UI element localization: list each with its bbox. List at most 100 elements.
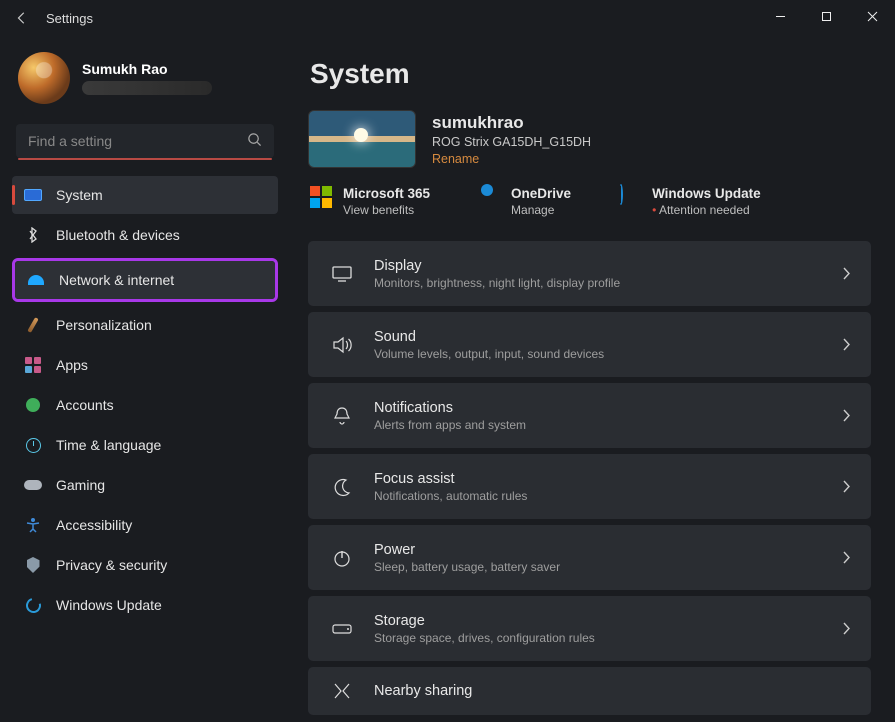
- card-title: Notifications: [374, 400, 843, 416]
- shield-icon: [24, 556, 42, 574]
- window-title: Settings: [46, 11, 93, 26]
- bell-icon: [324, 406, 360, 426]
- card-sub: Volume levels, output, input, sound devi…: [374, 347, 843, 361]
- sidebar-item-privacy[interactable]: Privacy & security: [12, 546, 278, 584]
- sidebar-item-system[interactable]: System: [12, 176, 278, 214]
- card-sub: Monitors, brightness, night light, displ…: [374, 276, 843, 290]
- user-profile[interactable]: Sumukh Rao: [12, 44, 278, 110]
- windows-update-icon: [619, 186, 641, 208]
- service-sub: View benefits: [343, 203, 430, 217]
- maximize-button[interactable]: [803, 0, 849, 32]
- sidebar-item-time-language[interactable]: Time & language: [12, 426, 278, 464]
- card-title: Power: [374, 542, 843, 558]
- service-title: OneDrive: [511, 186, 571, 201]
- service-sub: Manage: [511, 203, 571, 217]
- storage-icon: [324, 622, 360, 636]
- sidebar-item-label: Apps: [56, 357, 88, 373]
- card-title: Sound: [374, 329, 843, 345]
- sound-icon: [324, 335, 360, 355]
- sidebar-item-accessibility[interactable]: Accessibility: [12, 506, 278, 544]
- moon-icon: [324, 477, 360, 497]
- search-input[interactable]: [16, 124, 274, 158]
- sidebar-item-windows-update[interactable]: Windows Update: [12, 586, 278, 624]
- chevron-right-icon: [843, 551, 851, 564]
- service-title: Windows Update: [652, 186, 761, 201]
- card-notifications[interactable]: Notifications Alerts from apps and system: [308, 383, 871, 448]
- apps-icon: [24, 356, 42, 374]
- sidebar-item-label: System: [56, 187, 103, 203]
- power-icon: [324, 548, 360, 568]
- chevron-right-icon: [843, 338, 851, 351]
- clock-icon: [24, 436, 42, 454]
- monitor-icon: [24, 186, 42, 204]
- display-icon: [324, 265, 360, 283]
- sidebar-item-bluetooth[interactable]: Bluetooth & devices: [12, 216, 278, 254]
- search-focus-underline: [18, 158, 272, 160]
- gamepad-icon: [24, 476, 42, 494]
- sidebar-item-personalization[interactable]: Personalization: [12, 306, 278, 344]
- close-button[interactable]: [849, 0, 895, 32]
- user-email-redacted: [82, 81, 212, 95]
- device-model: ROG Strix GA15DH_G15DH: [432, 135, 591, 149]
- card-title: Nearby sharing: [374, 683, 851, 699]
- chevron-right-icon: [843, 480, 851, 493]
- nearby-sharing-icon: [324, 682, 360, 700]
- sidebar-item-accounts[interactable]: Accounts: [12, 386, 278, 424]
- card-storage[interactable]: Storage Storage space, drives, configurat…: [308, 596, 871, 661]
- card-sub: Storage space, drives, configuration rul…: [374, 631, 843, 645]
- main-pane: System sumukhrao ROG Strix GA15DH_G15DH …: [290, 36, 895, 722]
- bluetooth-icon: [24, 226, 42, 244]
- service-row: Microsoft 365 View benefits OneDrive Man…: [308, 186, 871, 217]
- sidebar-item-label: Network & internet: [59, 272, 174, 288]
- wifi-icon: [27, 271, 45, 289]
- onedrive-icon: [478, 186, 500, 208]
- service-title: Microsoft 365: [343, 186, 430, 201]
- annotation-highlight: Network & internet: [12, 258, 278, 302]
- service-windows-update[interactable]: Windows Update Attention needed: [619, 186, 761, 217]
- minimize-button[interactable]: [757, 0, 803, 32]
- card-sound[interactable]: Sound Volume levels, output, input, sound…: [308, 312, 871, 377]
- card-focus-assist[interactable]: Focus assist Notifications, automatic rul…: [308, 454, 871, 519]
- sidebar-item-label: Bluetooth & devices: [56, 227, 180, 243]
- card-nearby-sharing[interactable]: Nearby sharing: [308, 667, 871, 715]
- service-microsoft365[interactable]: Microsoft 365 View benefits: [310, 186, 430, 217]
- card-power[interactable]: Power Sleep, battery usage, battery saver: [308, 525, 871, 590]
- microsoft365-icon: [310, 186, 332, 208]
- card-title: Focus assist: [374, 471, 843, 487]
- accessibility-icon: [24, 516, 42, 534]
- card-title: Display: [374, 258, 843, 274]
- card-title: Storage: [374, 613, 843, 629]
- user-icon: [24, 396, 42, 414]
- card-sub: Sleep, battery usage, battery saver: [374, 560, 843, 574]
- sidebar-item-label: Accounts: [56, 397, 114, 413]
- sidebar-item-label: Gaming: [56, 477, 105, 493]
- brush-icon: [24, 316, 42, 334]
- chevron-right-icon: [843, 267, 851, 280]
- rename-link[interactable]: Rename: [432, 152, 591, 166]
- sidebar-item-label: Personalization: [56, 317, 152, 333]
- sidebar-item-gaming[interactable]: Gaming: [12, 466, 278, 504]
- sidebar-item-label: Privacy & security: [56, 557, 167, 573]
- card-display[interactable]: Display Monitors, brightness, night light…: [308, 241, 871, 306]
- device-name: sumukhrao: [432, 113, 591, 133]
- card-sub: Notifications, automatic rules: [374, 489, 843, 503]
- chevron-right-icon: [843, 409, 851, 422]
- user-name: Sumukh Rao: [82, 61, 212, 77]
- service-sub: Attention needed: [652, 203, 761, 217]
- page-title: System: [310, 58, 871, 90]
- window-controls: [757, 0, 895, 32]
- card-sub: Alerts from apps and system: [374, 418, 843, 432]
- chevron-right-icon: [843, 622, 851, 635]
- back-button[interactable]: [8, 11, 36, 25]
- sidebar-item-label: Accessibility: [56, 517, 132, 533]
- sidebar-item-label: Windows Update: [56, 597, 162, 613]
- device-row: sumukhrao ROG Strix GA15DH_G15DH Rename: [308, 110, 871, 168]
- avatar: [18, 52, 70, 104]
- search-icon: [247, 132, 262, 147]
- sidebar-item-network[interactable]: Network & internet: [15, 261, 275, 299]
- update-icon: [24, 596, 42, 614]
- sidebar: Sumukh Rao System Bluetooth &: [0, 36, 290, 722]
- sidebar-item-apps[interactable]: Apps: [12, 346, 278, 384]
- service-onedrive[interactable]: OneDrive Manage: [478, 186, 571, 217]
- desktop-thumbnail[interactable]: [308, 110, 416, 168]
